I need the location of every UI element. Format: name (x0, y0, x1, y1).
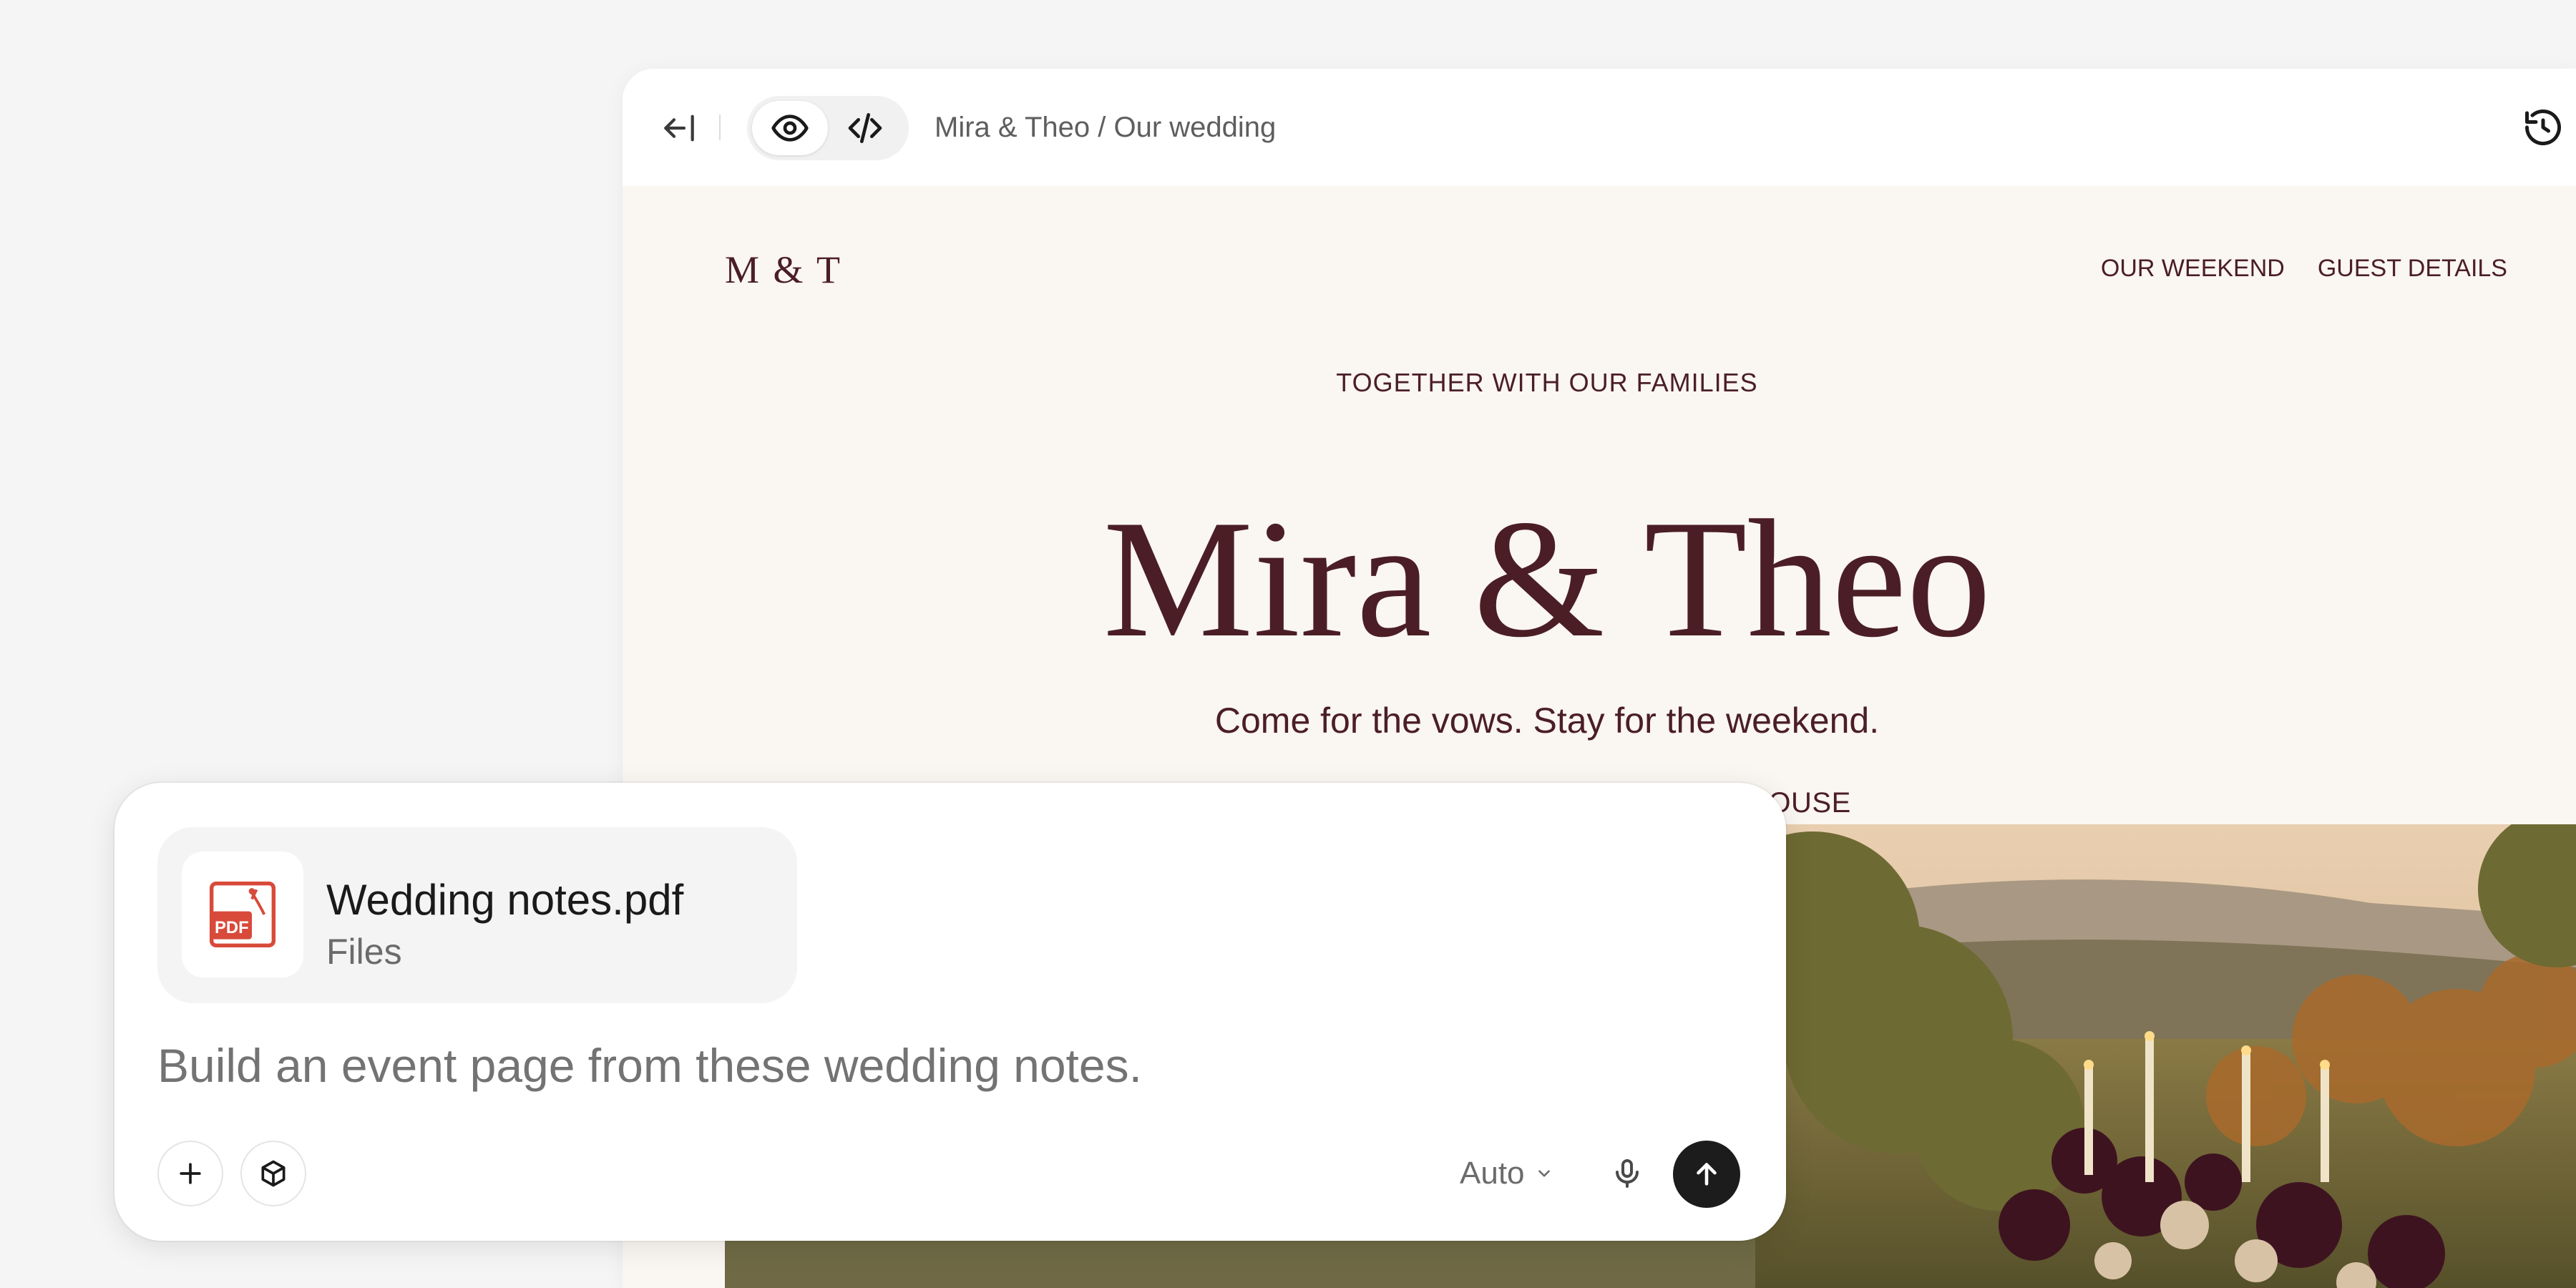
hero-title: Mira & Theo (1103, 486, 1991, 673)
cube-icon (261, 1160, 286, 1187)
nav-link-our-weekend[interactable]: OUR WEEKEND (2101, 255, 2285, 283)
view-toggle (747, 96, 909, 160)
plus-icon (180, 1163, 201, 1184)
file-name: Wedding notes.pdf (326, 876, 684, 924)
file-attachment[interactable]: PDF Wedding notes.pdf Files (157, 827, 797, 1003)
preview-mode-button[interactable] (752, 101, 828, 155)
file-thumbnail: PDF (182, 852, 303, 977)
code-mode-button[interactable] (827, 101, 903, 155)
chevron-down-icon (1538, 1170, 1550, 1177)
preview-toolbar: Mira & Theo / Our wedding (623, 69, 2576, 186)
prompt-card: PDF Wedding notes.pdf Files Auto (114, 783, 1786, 1241)
microphone-icon (1616, 1159, 1639, 1188)
hero-kicker: TOGETHER WITH OUR FAMILIES (1336, 368, 1758, 397)
send-button[interactable] (1673, 1141, 1740, 1208)
site-logo[interactable]: M & T (725, 248, 842, 292)
prompt-input[interactable] (157, 1033, 1732, 1098)
breadcrumb: Mira & Theo / Our wedding (935, 112, 1277, 143)
site-nav: OUR WEEKEND GUEST DETAILS (2101, 255, 2507, 283)
arrow-left-bar-icon (664, 114, 694, 142)
arrow-up-icon (1697, 1163, 1717, 1186)
code-brackets-icon (848, 113, 882, 144)
cube-button[interactable] (240, 1141, 306, 1206)
model-select-label: Auto (1460, 1156, 1525, 1191)
history-clock-icon (2525, 109, 2561, 146)
add-button[interactable] (157, 1141, 223, 1206)
eye-icon (771, 114, 809, 142)
svg-text:PDF: PDF (215, 918, 249, 937)
hero-subtitle: Come for the vows. Stay for the weekend. (1214, 701, 1880, 741)
collapse-sidebar-button[interactable] (655, 104, 703, 152)
file-source: Files (326, 932, 402, 972)
history-button[interactable] (2517, 102, 2569, 153)
voice-input-button[interactable] (1599, 1145, 1656, 1202)
nav-link-guest-details[interactable]: GUEST DETAILS (2318, 255, 2507, 283)
toolbar-divider (719, 114, 721, 140)
pdf-file-icon: PDF (209, 881, 276, 948)
model-select[interactable]: Auto (1460, 1146, 1553, 1201)
